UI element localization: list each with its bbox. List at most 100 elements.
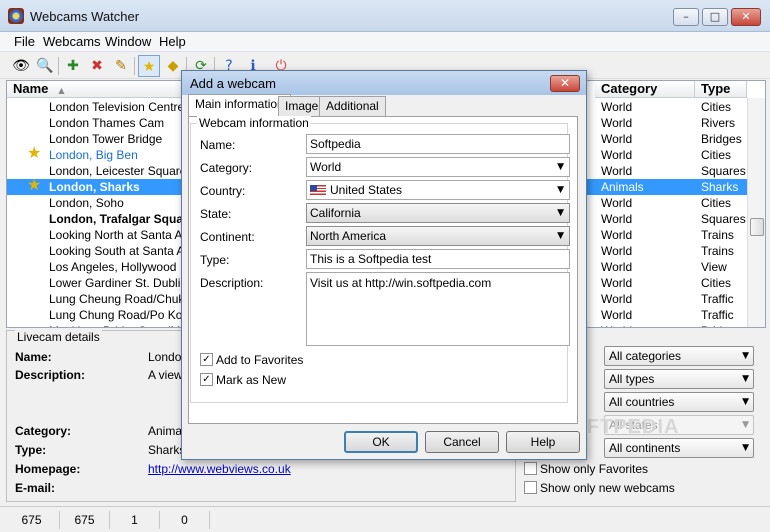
row-type: Cities: [701, 148, 732, 162]
row-type: Cities: [701, 100, 732, 114]
row-name: Mackinac BridgeCam (Mack: [49, 323, 185, 327]
row-name: London, Big Ben: [49, 148, 138, 162]
us-flag-icon: [310, 185, 326, 195]
row-category: World: [601, 292, 633, 306]
favorites-star-icon[interactable]: ★: [138, 55, 160, 77]
edit-webcam-icon[interactable]: ✎: [110, 55, 132, 77]
row-category: World: [601, 116, 633, 130]
maximize-button[interactable]: □: [702, 8, 728, 26]
column-header-type[interactable]: Type: [695, 81, 747, 98]
description-textarea[interactable]: Visit us at http://win.softpedia.com: [306, 272, 570, 346]
category-label: Category:: [200, 161, 253, 175]
row-type: Squares: [701, 164, 746, 178]
chevron-down-icon: ▼: [742, 374, 749, 384]
row-name: Looking South at Santa Ana: [49, 244, 185, 258]
row-name: London Television Centre C: [49, 100, 185, 114]
close-button[interactable]: ✕: [731, 8, 761, 26]
app-icon: [8, 8, 24, 24]
minimize-button[interactable]: –: [673, 8, 699, 26]
category-filter-select[interactable]: All categories ▼: [604, 346, 754, 366]
description-label: Description:: [200, 276, 264, 290]
chevron-down-icon: ▼: [557, 231, 564, 241]
chevron-down-icon: ▼: [742, 351, 749, 361]
dialog-title-bar: Add a webcam ✕: [182, 71, 586, 95]
continent-filter-select[interactable]: All continents ▼: [604, 438, 754, 458]
list-scrollbar[interactable]: [747, 98, 765, 327]
ok-button[interactable]: OK: [344, 431, 418, 453]
row-category: World: [601, 260, 633, 274]
row-type: Trains: [701, 244, 734, 258]
search-icon[interactable]: 🔍: [34, 55, 56, 77]
add-favorites-checkbox[interactable]: ✓: [200, 353, 213, 366]
tab-main-information[interactable]: Main information: [188, 94, 291, 117]
row-name: London, Trafalgar Squa: [49, 212, 184, 226]
country-filter-select[interactable]: All countries ▼: [604, 392, 754, 412]
row-type: View: [701, 260, 727, 274]
mark-new-label: Mark as New: [216, 373, 287, 387]
toolbar-separator: [134, 57, 135, 75]
detail-description-value: A view: [148, 368, 183, 382]
detail-homepage-link[interactable]: http://www.webviews.co.uk: [148, 462, 291, 476]
toolbar-separator: [58, 57, 59, 75]
group-legend: Webcam information: [197, 116, 311, 130]
type-input[interactable]: This is a Softpedia test: [306, 249, 570, 269]
app-title: Webcams Watcher: [30, 9, 140, 24]
tab-additional[interactable]: Additional: [319, 96, 386, 116]
row-type: Cities: [701, 276, 732, 290]
name-label: Name:: [200, 138, 236, 152]
chevron-down-icon: ▼: [742, 397, 749, 407]
row-type: Traffic: [701, 308, 734, 322]
mark-new-checkbox[interactable]: ✓: [200, 373, 213, 386]
row-type: Bridges: [701, 323, 742, 327]
row-category: World: [601, 148, 633, 162]
add-webcam-dialog: Add a webcam ✕ Main information Image Ad…: [181, 70, 587, 460]
dialog-title: Add a webcam: [190, 76, 276, 91]
country-label: Country:: [200, 184, 246, 198]
column-header-category[interactable]: Category: [595, 81, 695, 98]
continent-label: Continent:: [200, 230, 255, 244]
row-name: Lung Cheung Road/Chuk Y: [49, 292, 185, 306]
menu-bar: File Webcams Window Help: [0, 32, 770, 52]
status-total: 675: [4, 511, 60, 529]
row-name: Los Angeles, Hollywood: [49, 260, 177, 274]
column-header-name[interactable]: Name ▲: [7, 81, 183, 98]
dialog-close-button[interactable]: ✕: [550, 75, 580, 92]
continent-select[interactable]: North America ▼: [306, 226, 570, 246]
state-label: State:: [200, 207, 232, 221]
scrollbar-thumb[interactable]: [750, 218, 764, 236]
add-webcam-icon[interactable]: ✚: [62, 55, 84, 77]
country-select[interactable]: United States ▼: [306, 180, 570, 200]
menu-window[interactable]: Window: [105, 34, 151, 49]
add-favorites-label: Add to Favorites: [216, 353, 304, 367]
detail-type-label: Type:: [15, 443, 47, 457]
row-type: Bridges: [701, 132, 742, 146]
chevron-down-icon: ▼: [557, 208, 564, 218]
favorite-star-icon: ★: [27, 175, 42, 194]
row-category: World: [601, 132, 633, 146]
row-type: Traffic: [701, 292, 734, 306]
help-button[interactable]: Help: [506, 431, 580, 453]
menu-help[interactable]: Help: [159, 34, 186, 49]
show-favorites-checkbox[interactable]: [524, 462, 537, 475]
category-select[interactable]: World ▼: [306, 157, 570, 177]
details-legend: Livecam details: [15, 330, 102, 344]
row-type: Sharks: [701, 180, 739, 194]
row-name: London Tower Bridge: [49, 132, 163, 146]
view-icon[interactable]: 👁: [10, 55, 32, 77]
delete-webcam-icon[interactable]: ✖: [86, 55, 108, 77]
show-new-label: Show only new webcams: [540, 481, 675, 495]
detail-category-label: Category:: [15, 424, 72, 438]
show-favorites-label: Show only Favorites: [540, 462, 649, 476]
show-new-checkbox[interactable]: [524, 481, 537, 494]
title-bar: Webcams Watcher – □ ✕: [0, 0, 770, 32]
state-select[interactable]: California ▼: [306, 203, 570, 223]
sort-asc-icon: ▲: [58, 86, 65, 95]
cancel-button[interactable]: Cancel: [425, 431, 499, 453]
name-input[interactable]: Softpedia: [306, 134, 570, 154]
menu-file[interactable]: File: [14, 34, 35, 49]
row-name: London, Leicester Square: [49, 164, 185, 178]
chevron-down-icon: ▼: [557, 185, 564, 195]
row-type: Rivers: [701, 116, 736, 130]
type-filter-select[interactable]: All types ▼: [604, 369, 754, 389]
menu-webcams[interactable]: Webcams: [43, 34, 101, 49]
